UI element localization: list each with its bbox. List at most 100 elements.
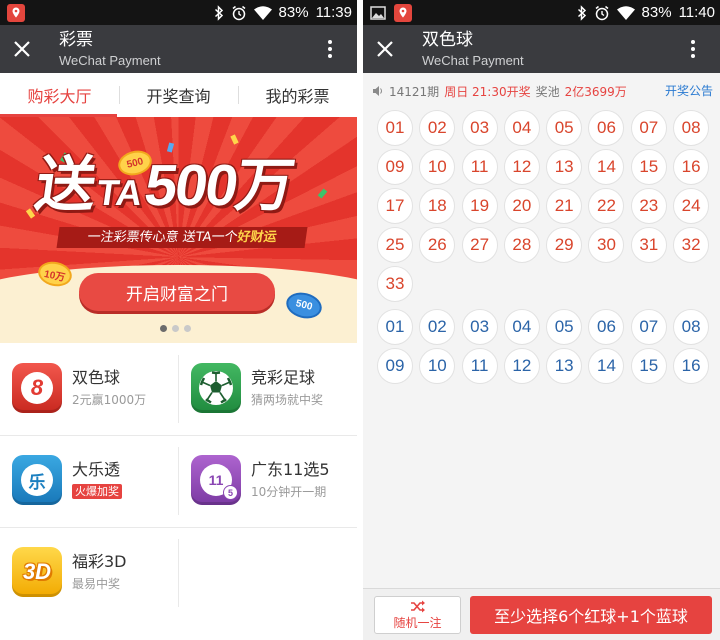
confetti [317, 188, 328, 199]
red-ball[interactable]: 01 [377, 110, 413, 146]
page-subtitle: WeChat Payment [59, 53, 161, 68]
red-ball[interactable]: 16 [673, 149, 710, 185]
red-ball[interactable]: 19 [461, 188, 498, 224]
banner-tagline: 一注彩票传心意 送TA一个好财运 [56, 227, 308, 248]
draw-notice-link[interactable]: 开奖公告 [665, 81, 713, 101]
more-icon[interactable] [690, 40, 696, 58]
red-ball[interactable]: 05 [546, 110, 583, 146]
icon-glyph: 乐 [28, 472, 46, 493]
wifi-icon [616, 5, 635, 20]
red-ball[interactable]: 21 [546, 188, 583, 224]
red-ball[interactable]: 10 [419, 149, 456, 185]
divider [0, 527, 357, 528]
page-title: 彩票 [59, 30, 93, 50]
lottery-name: 双色球 [72, 368, 121, 387]
blue-ball[interactable]: 16 [673, 348, 710, 384]
blue-ball[interactable]: 01 [377, 309, 413, 345]
red-ball[interactable]: 11 [461, 149, 498, 185]
red-ball[interactable]: 32 [673, 227, 710, 263]
red-ball[interactable]: 09 [377, 149, 413, 185]
close-icon[interactable] [13, 40, 31, 58]
tab-draw-results[interactable]: 开奖查询 [119, 73, 238, 117]
carousel-dot[interactable] [172, 325, 179, 332]
blue-ball[interactable]: 15 [630, 348, 667, 384]
blue-ball[interactable]: 05 [546, 309, 583, 345]
more-icon[interactable] [327, 40, 333, 58]
red-ball-icon: 8 [12, 363, 62, 413]
promo-banner[interactable]: 500 送TA500万 一注彩票传心意 送TA一个好财运 10万 开启财富之门 … [0, 117, 357, 343]
blue-ball[interactable]: 12 [503, 348, 540, 384]
divider [0, 435, 357, 436]
headline-part: 500万 [140, 153, 297, 218]
blue-ball-icon: 乐 [12, 455, 62, 505]
blue-ball[interactable]: 02 [419, 309, 456, 345]
lottery-item-daletou[interactable]: 乐 大乐透 火爆加奖 [0, 435, 178, 527]
blue-ball[interactable]: 10 [419, 348, 456, 384]
red-ball[interactable]: 31 [630, 227, 667, 263]
lottery-item-football[interactable]: 竞彩足球 猜两场就中奖 [179, 343, 357, 435]
blue-ball[interactable]: 14 [588, 348, 625, 384]
lottery-name: 福彩3D [72, 552, 127, 571]
blue-ball[interactable]: 13 [546, 348, 583, 384]
purple-ball-icon: 11 5 [191, 455, 241, 505]
draw-info: 14121期 周日 21:30开奖 奖池 2亿3699万 [372, 81, 627, 101]
red-ball[interactable]: 27 [461, 227, 498, 263]
random-pick-button[interactable]: 随机一注 [374, 596, 461, 634]
clock: 11:39 [315, 4, 352, 21]
location-app-icon [7, 3, 25, 22]
red-ball[interactable]: 25 [377, 227, 413, 263]
red-ball[interactable]: 15 [630, 149, 667, 185]
icon-glyph: 8 [30, 375, 44, 400]
red-ball[interactable]: 23 [630, 188, 667, 224]
red-ball[interactable]: 17 [377, 188, 413, 224]
close-icon[interactable] [376, 40, 394, 58]
lottery-item-shuangseqiu[interactable]: 8 双色球 2元赢1000万 [0, 343, 178, 435]
blue-ball[interactable]: 09 [377, 348, 413, 384]
red-ball[interactable]: 28 [503, 227, 540, 263]
carousel-indicator [0, 325, 354, 332]
red-ball[interactable]: 08 [673, 110, 710, 146]
red-ball[interactable]: 29 [546, 227, 583, 263]
icon-glyph: 5 [223, 485, 238, 500]
lottery-name: 大乐透 [72, 460, 121, 479]
blue-ball[interactable]: 07 [630, 309, 667, 345]
red-ball[interactable]: 20 [503, 188, 540, 224]
divider [178, 355, 179, 423]
red-ball[interactable]: 33 [377, 266, 413, 302]
red-ball[interactable]: 06 [588, 110, 625, 146]
status-bar: 83% 11:39 [0, 0, 357, 25]
red-ball[interactable]: 26 [419, 227, 456, 263]
red-ball[interactable]: 12 [503, 149, 540, 185]
red-ball[interactable]: 18 [419, 188, 456, 224]
alarm-icon [231, 5, 247, 21]
red-ball[interactable]: 30 [588, 227, 625, 263]
carousel-dot[interactable] [184, 325, 191, 332]
blue-ball[interactable]: 04 [503, 309, 540, 345]
bluetooth-icon [214, 4, 224, 21]
red-ball[interactable]: 07 [630, 110, 667, 146]
issue-number: 14121期 [389, 84, 440, 99]
blue-ball[interactable]: 11 [461, 348, 498, 384]
open-fortune-button[interactable]: 开启财富之门 [79, 273, 275, 311]
confirm-selection-button[interactable]: 至少选择6个红球+1个蓝球 [470, 596, 712, 634]
tab-my-lottery[interactable]: 我的彩票 [238, 73, 357, 117]
battery-level: 83% [278, 4, 309, 21]
tab-lottery-hall[interactable]: 购彩大厅 [0, 73, 119, 117]
red-ball[interactable]: 03 [461, 110, 498, 146]
lottery-item-guangdong-11x5[interactable]: 11 5 广东11选5 10分钟开一期 [179, 435, 357, 527]
page-title: 双色球 [422, 30, 473, 50]
red-ball[interactable]: 02 [419, 110, 456, 146]
red-ball[interactable]: 22 [588, 188, 625, 224]
lottery-item-fucai-3d[interactable]: 3D 福彩3D 最易中奖 [0, 527, 178, 619]
blue-ball[interactable]: 06 [588, 309, 625, 345]
red-ball[interactable]: 13 [546, 149, 583, 185]
carousel-dot[interactable] [160, 325, 167, 332]
jackpot-label: 奖池 [535, 84, 560, 99]
gallery-icon [370, 5, 386, 20]
blue-ball[interactable]: 08 [673, 309, 710, 345]
red-ball[interactable]: 24 [673, 188, 710, 224]
lottery-description: 2元赢1000万 [72, 393, 147, 407]
blue-ball[interactable]: 03 [461, 309, 498, 345]
red-ball[interactable]: 04 [503, 110, 540, 146]
red-ball[interactable]: 14 [588, 149, 625, 185]
